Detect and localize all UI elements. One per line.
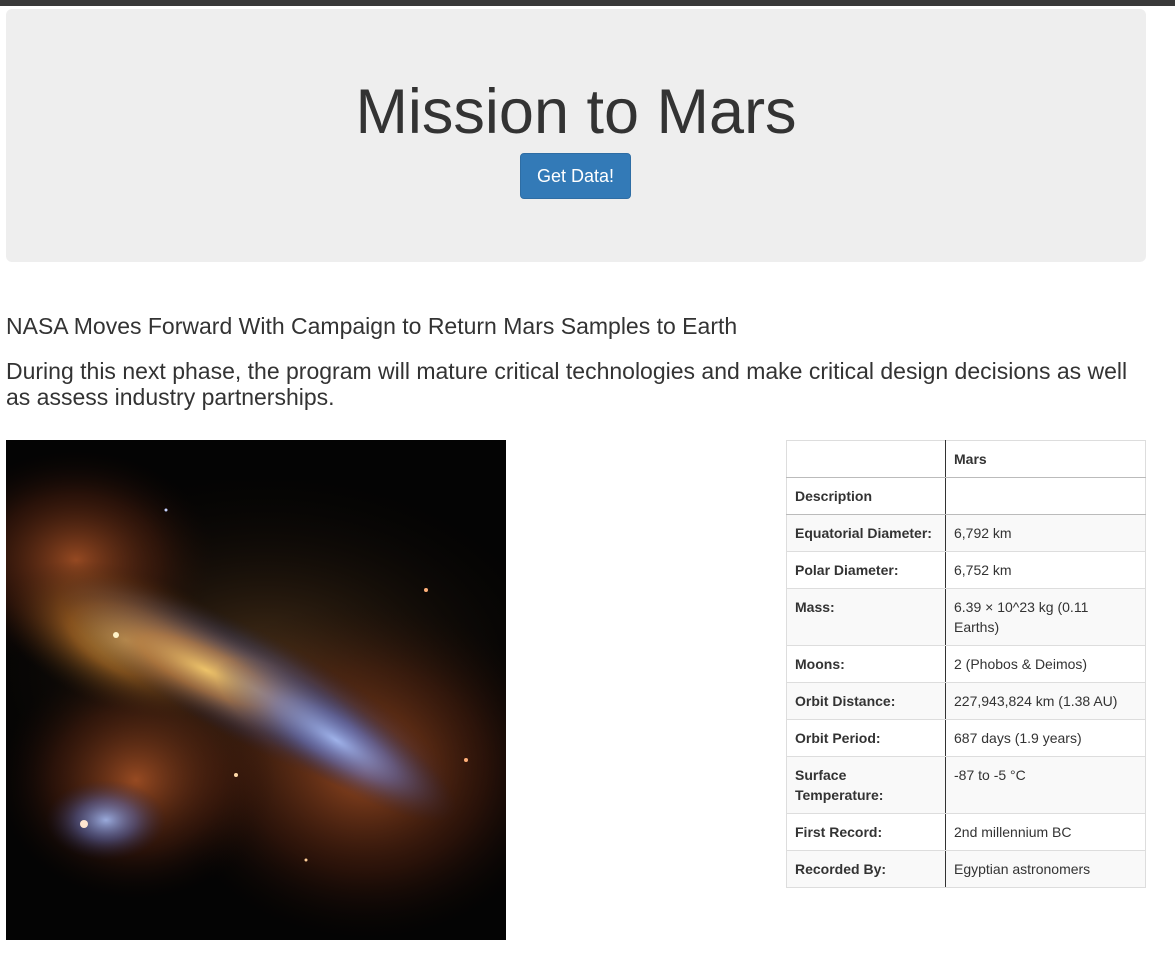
row-value: 6,792 km — [945, 514, 1146, 552]
row-label: Recorded By: — [786, 850, 946, 888]
row-label: Description — [786, 477, 946, 515]
table-row: Description — [786, 477, 1146, 515]
table-header-mars: Mars — [945, 440, 1146, 478]
row-value: Egyptian astronomers — [945, 850, 1146, 888]
table-row: Moons: 2 (Phobos & Deimos) — [786, 645, 1146, 683]
row-value: 2 (Phobos & Deimos) — [945, 645, 1146, 683]
browser-top-bar — [0, 0, 1175, 6]
table-row: Polar Diameter: 6,752 km — [786, 551, 1146, 589]
featured-space-image — [6, 440, 506, 940]
table-row: Recorded By: Egyptian astronomers — [786, 850, 1146, 888]
table-row: First Record: 2nd millennium BC — [786, 813, 1146, 851]
row-label: Moons: — [786, 645, 946, 683]
table-row: Mass: 6.39 × 10^23 kg (0.11 Earths) — [786, 588, 1146, 646]
row-label: Surface Temperature: — [786, 756, 946, 814]
nebula-image — [6, 440, 506, 940]
row-value: -87 to -5 °C — [945, 756, 1146, 814]
row-value: 2nd millennium BC — [945, 813, 1146, 851]
row-value: 6.39 × 10^23 kg (0.11 Earths) — [945, 588, 1146, 646]
row-value: 227,943,824 km (1.38 AU) — [945, 682, 1146, 720]
news-teaser: During this next phase, the program will… — [6, 358, 1128, 410]
jumbotron-header: Mission to Mars Get Data! — [6, 9, 1146, 262]
page-title: Mission to Mars — [355, 77, 797, 147]
row-value: 6,752 km — [945, 551, 1146, 589]
row-label: Orbit Distance: — [786, 682, 946, 720]
table-row: Surface Temperature: -87 to -5 °C — [786, 756, 1146, 814]
row-label: First Record: — [786, 813, 946, 851]
table-header-row: Mars — [786, 440, 1146, 478]
row-value — [945, 477, 1146, 515]
news-title: NASA Moves Forward With Campaign to Retu… — [6, 313, 738, 339]
row-value: 687 days (1.9 years) — [945, 719, 1146, 757]
table-row: Orbit Distance: 227,943,824 km (1.38 AU) — [786, 682, 1146, 720]
table-header-empty — [786, 440, 946, 478]
row-label: Mass: — [786, 588, 946, 646]
get-data-button[interactable]: Get Data! — [520, 153, 631, 199]
table-row: Equatorial Diameter: 6,792 km — [786, 514, 1146, 552]
row-label: Equatorial Diameter: — [786, 514, 946, 552]
row-label: Polar Diameter: — [786, 551, 946, 589]
table-row: Orbit Period: 687 days (1.9 years) — [786, 719, 1146, 757]
mars-facts-table: Mars Description Equatorial Diameter: 6,… — [786, 440, 1146, 888]
row-label: Orbit Period: — [786, 719, 946, 757]
